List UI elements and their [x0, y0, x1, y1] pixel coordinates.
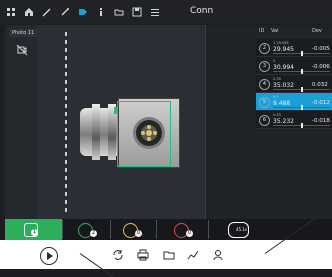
sync-icon[interactable]: [112, 249, 124, 261]
row-id-badge: 2: [259, 43, 270, 54]
play-button[interactable]: [40, 247, 58, 265]
row-deviation: -0.006: [312, 64, 330, 70]
row-value: 29.945: [273, 46, 294, 53]
camera-label: Photo 11: [9, 29, 38, 37]
part-ring: [92, 104, 100, 160]
toolbar-icons: [6, 7, 160, 17]
home-icon[interactable]: [24, 7, 34, 17]
fail-count: 0: [186, 230, 193, 237]
tolerance-bar: [273, 123, 330, 128]
wand-icon[interactable]: [60, 7, 70, 17]
tolerance-bar: [273, 87, 330, 92]
header-value: Val: [271, 28, 279, 34]
results-row[interactable]: 3 5 30.994 -0.006: [256, 57, 332, 75]
tag-icon[interactable]: [78, 7, 88, 17]
row-deviation: -0.012: [312, 100, 330, 106]
window-title: Conn: [190, 6, 214, 16]
pass-count: 1: [31, 229, 38, 236]
row-deviation: -0.018: [312, 118, 330, 124]
tolerance-bar: [273, 69, 330, 74]
folder-open-icon[interactable]: [163, 249, 175, 261]
row-deviation: 0.032: [312, 82, 328, 88]
row-value: 35.232: [273, 118, 294, 125]
row-small-label: 5: [273, 59, 276, 63]
status-separator: [62, 220, 63, 239]
header-id: ID: [259, 28, 265, 34]
camera-off-icon[interactable]: [16, 44, 28, 56]
row-value: 35.032: [273, 82, 294, 89]
results-row-active[interactable]: 5 9.5 9.488 -0.012: [256, 93, 332, 111]
row-small-label: 2.35: [273, 77, 281, 81]
results-row[interactable]: 6 0.33 35.232 -0.018: [256, 111, 332, 129]
warn-count: 0: [135, 230, 142, 237]
row-value: 30.994: [273, 64, 294, 71]
status-fail-button[interactable]: 0: [164, 221, 204, 238]
save-icon[interactable]: [132, 7, 142, 17]
row-value: 9.488: [273, 100, 291, 107]
info-icon[interactable]: [96, 7, 106, 17]
row-id-badge: 5: [259, 97, 270, 108]
app-root: Conn Photo 11 ID Val Dev 2 1 29.945 29.9…: [0, 0, 332, 277]
top-toolbar: Conn: [0, 0, 332, 24]
ok-count: 2: [90, 230, 97, 237]
row-deviation: -0.005: [312, 46, 330, 52]
print-icon[interactable]: [137, 249, 149, 261]
roi-handle[interactable]: [114, 107, 118, 114]
row-small-label: 9.5: [273, 95, 279, 99]
results-row[interactable]: 4 2.35 35.032 0.032: [256, 75, 332, 93]
tolerance-bar: [273, 51, 330, 56]
pen-icon[interactable]: [42, 7, 52, 17]
row-small-label: 0.33: [273, 113, 281, 117]
tolerance-bar: [273, 105, 330, 110]
header-deviation: Dev: [312, 28, 322, 34]
user-icon[interactable]: [212, 249, 224, 261]
status-separator: [156, 220, 157, 239]
row-id-badge: 3: [259, 61, 270, 72]
grid-icon[interactable]: [6, 7, 16, 17]
dotted-guide: [65, 32, 67, 214]
results-header: ID Val Dev: [254, 26, 332, 38]
status-ok-button[interactable]: 2: [68, 221, 108, 238]
row-id-badge: 4: [259, 79, 270, 90]
row-small-label: 1 29.945: [273, 41, 289, 45]
status-separator: [110, 220, 111, 239]
cycle-timer: 45.1s: [228, 222, 249, 238]
results-row[interactable]: 2 1 29.945 29.945 -0.005: [256, 39, 332, 57]
status-separator: [208, 220, 209, 239]
status-warn-button[interactable]: 0: [113, 221, 153, 238]
menu-icon[interactable]: [150, 7, 160, 17]
row-id-badge: 6: [259, 115, 270, 126]
folder-icon[interactable]: [114, 7, 124, 17]
chart-icon[interactable]: [187, 249, 199, 261]
inspection-roi[interactable]: [117, 101, 171, 167]
